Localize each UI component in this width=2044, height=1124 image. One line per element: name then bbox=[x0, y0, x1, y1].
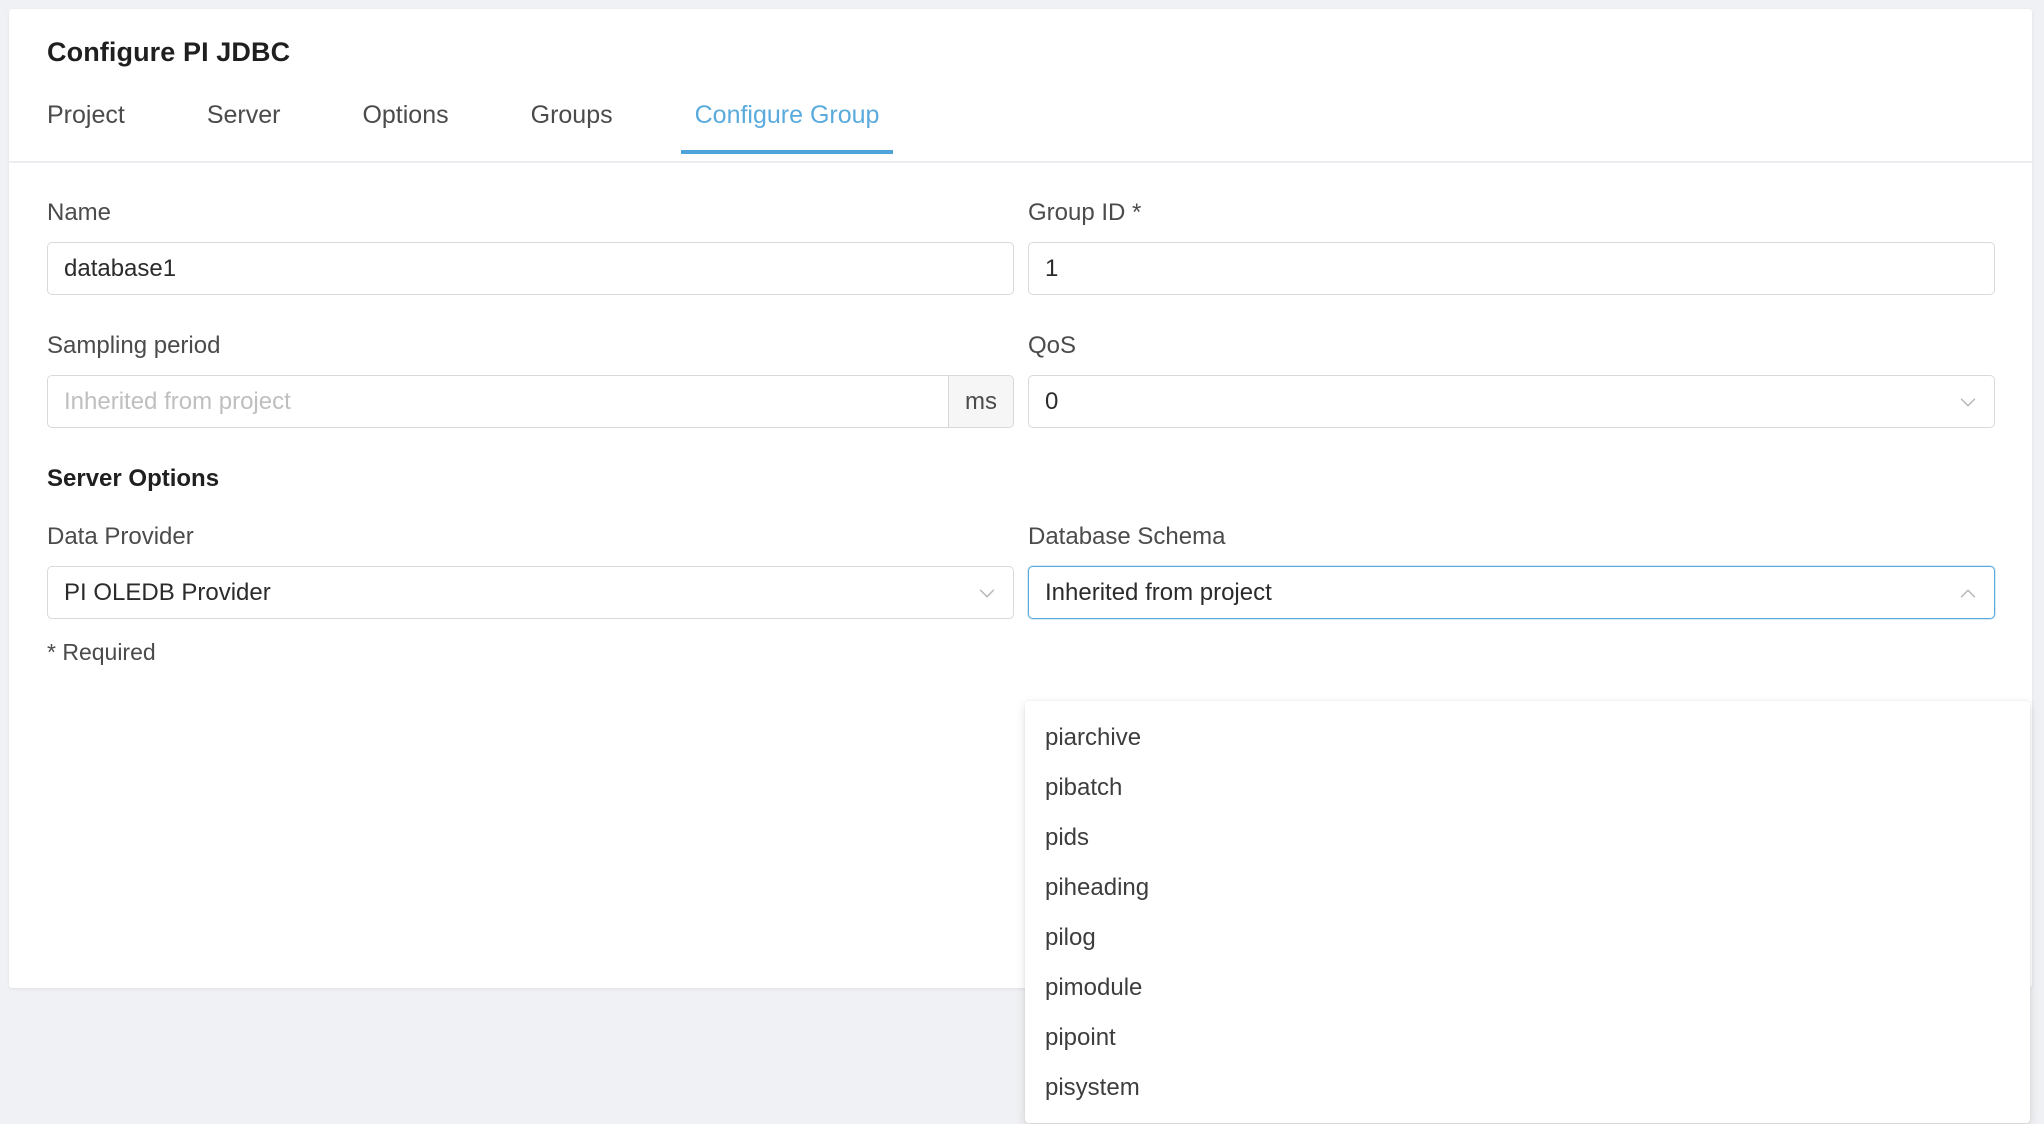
dropdown-option-pibatch[interactable]: pibatch bbox=[1025, 763, 2030, 813]
tab-project[interactable]: Project bbox=[47, 101, 125, 152]
group-id-label: Group ID * bbox=[1028, 199, 1142, 226]
qos-control: 0 bbox=[1028, 375, 1995, 428]
dropdown-option-piheading[interactable]: piheading bbox=[1025, 863, 2030, 913]
tab-list: Project Server Options Groups Configure … bbox=[47, 101, 894, 163]
tab-bar: Project Server Options Groups Configure … bbox=[9, 101, 2032, 163]
configure-group-form: Name database1 Group ID * 1 Sampling per… bbox=[47, 199, 1995, 656]
sampling-period-label: Sampling period bbox=[47, 332, 221, 359]
tab-configure-group[interactable]: Configure Group bbox=[680, 101, 894, 154]
page-title: Configure PI JDBC bbox=[47, 37, 291, 67]
qos-label: QoS bbox=[1028, 332, 1077, 359]
dropdown-option-pids[interactable]: pids bbox=[1025, 813, 2030, 863]
sampling-period-control: Inherited from project ms bbox=[47, 375, 1014, 428]
data-provider-label: Data Provider bbox=[47, 523, 194, 550]
field-qos: QoS 0 bbox=[1028, 332, 1995, 428]
field-name: Name database1 bbox=[47, 199, 1014, 295]
dropdown-option-pipoint[interactable]: pipoint bbox=[1025, 1013, 2030, 1063]
dropdown-option-piarchive[interactable]: piarchive bbox=[1025, 713, 2030, 763]
field-data-provider: Data Provider PI OLEDB Provider bbox=[47, 523, 1014, 619]
data-provider-control: PI OLEDB Provider bbox=[47, 566, 1014, 619]
database-schema-control: Inherited from project bbox=[1028, 566, 1995, 619]
data-provider-select[interactable]: PI OLEDB Provider bbox=[47, 566, 1014, 619]
qos-select[interactable]: 0 bbox=[1028, 375, 1995, 428]
form-row-server-options: Data Provider PI OLEDB Provider Database… bbox=[47, 523, 1995, 619]
sampling-period-input[interactable]: Inherited from project bbox=[47, 375, 948, 428]
sampling-period-input-group: Inherited from project ms bbox=[47, 375, 1014, 428]
dropdown-option-pisystem[interactable]: pisystem bbox=[1025, 1063, 2030, 1113]
form-row-identity: Name database1 Group ID * 1 bbox=[47, 199, 1995, 295]
field-sampling-period: Sampling period Inherited from project m… bbox=[47, 332, 1014, 428]
tab-groups[interactable]: Groups bbox=[531, 101, 613, 152]
sampling-period-unit-addon: ms bbox=[948, 375, 1014, 428]
field-group-id: Group ID * 1 bbox=[1028, 199, 1995, 295]
field-database-schema: Database Schema Inherited from project bbox=[1028, 523, 1995, 619]
name-input[interactable]: database1 bbox=[47, 242, 1014, 295]
dropdown-option-pilog[interactable]: pilog bbox=[1025, 913, 2030, 963]
server-options-heading: Server Options bbox=[47, 465, 220, 492]
tab-server[interactable]: Server bbox=[207, 101, 281, 152]
form-row-sampling: Sampling period Inherited from project m… bbox=[47, 332, 1995, 428]
database-schema-select[interactable]: Inherited from project bbox=[1028, 566, 1995, 619]
page-root: Configure PI JDBC Project Server Options… bbox=[0, 0, 2044, 1124]
tab-options[interactable]: Options bbox=[362, 101, 448, 152]
required-note: * Required bbox=[47, 639, 156, 665]
name-label: Name bbox=[47, 199, 112, 226]
group-id-input[interactable]: 1 bbox=[1028, 242, 1995, 295]
dropdown-option-pimodule[interactable]: pimodule bbox=[1025, 963, 2030, 1013]
database-schema-dropdown: piarchive pibatch pids piheading pilog p… bbox=[1025, 701, 2030, 1123]
database-schema-label: Database Schema bbox=[1028, 523, 1226, 550]
name-control: database1 bbox=[47, 242, 1014, 295]
group-id-control: 1 bbox=[1028, 242, 1995, 295]
